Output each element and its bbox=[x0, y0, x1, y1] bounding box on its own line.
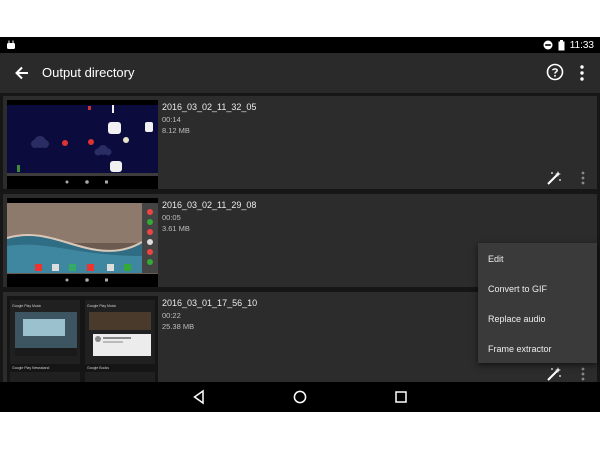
status-time: 11:33 bbox=[569, 39, 594, 51]
menu-item-replace-audio[interactable]: Replace audio bbox=[488, 313, 546, 325]
page-title: Output directory bbox=[42, 65, 135, 80]
thumb-label: Google Books bbox=[87, 366, 109, 370]
item-overflow-icon[interactable] bbox=[576, 366, 590, 382]
status-bar: 11:33 bbox=[0, 37, 600, 53]
thumb-label: Google Play Music bbox=[87, 304, 116, 308]
overflow-menu-icon[interactable] bbox=[574, 63, 590, 83]
video-size: 3.61 MB bbox=[162, 224, 190, 233]
video-duration: 00:05 bbox=[162, 213, 181, 222]
video-thumbnail[interactable]: Google Play Music Google Play Music Goog… bbox=[7, 296, 158, 382]
thumb-label: Google Play Newsstand bbox=[12, 366, 49, 370]
app-bar: Output directory bbox=[0, 53, 600, 93]
menu-item-frame-extractor[interactable]: Frame extractor bbox=[488, 343, 552, 355]
back-arrow-icon[interactable] bbox=[12, 63, 32, 83]
video-name: 2016_03_02_11_29_08 bbox=[162, 200, 257, 210]
video-name: 2016_03_02_11_32_05 bbox=[162, 102, 257, 112]
do-not-disturb-icon bbox=[543, 40, 553, 50]
back-triangle-icon[interactable] bbox=[191, 389, 207, 405]
video-size: 25.38 MB bbox=[162, 322, 195, 331]
video-name: 2016_03_01_17_56_10 bbox=[162, 298, 258, 308]
context-menu: Edit Convert to GIF Replace audio Frame … bbox=[478, 243, 597, 363]
android-icon bbox=[7, 40, 15, 49]
recents-square-icon[interactable] bbox=[393, 389, 409, 405]
battery-icon bbox=[558, 39, 565, 50]
video-duration: 00:14 bbox=[162, 115, 181, 124]
thumb-label: Google Play Music bbox=[12, 304, 41, 308]
magic-wand-icon[interactable] bbox=[546, 170, 562, 186]
navigation-bar bbox=[0, 382, 600, 412]
help-icon[interactable] bbox=[546, 63, 564, 81]
video-thumbnail[interactable] bbox=[7, 100, 158, 189]
video-item[interactable]: 2016_03_02_11_32_05 00:14 8.12 MB bbox=[3, 96, 597, 189]
device-screen: 11:33 Output directory 2016_03_02_11_32_… bbox=[0, 37, 600, 412]
video-duration: 00:22 bbox=[162, 311, 181, 320]
menu-item-edit[interactable]: Edit bbox=[488, 253, 504, 265]
video-size: 8.12 MB bbox=[162, 126, 190, 135]
home-circle-icon[interactable] bbox=[292, 389, 308, 405]
magic-wand-icon[interactable] bbox=[546, 366, 562, 382]
item-overflow-icon[interactable] bbox=[576, 170, 590, 186]
menu-item-convert-to-gif[interactable]: Convert to GIF bbox=[488, 283, 547, 295]
video-list: 2016_03_02_11_32_05 00:14 8.12 MB 2016_0… bbox=[0, 93, 600, 382]
video-thumbnail[interactable] bbox=[7, 198, 158, 287]
